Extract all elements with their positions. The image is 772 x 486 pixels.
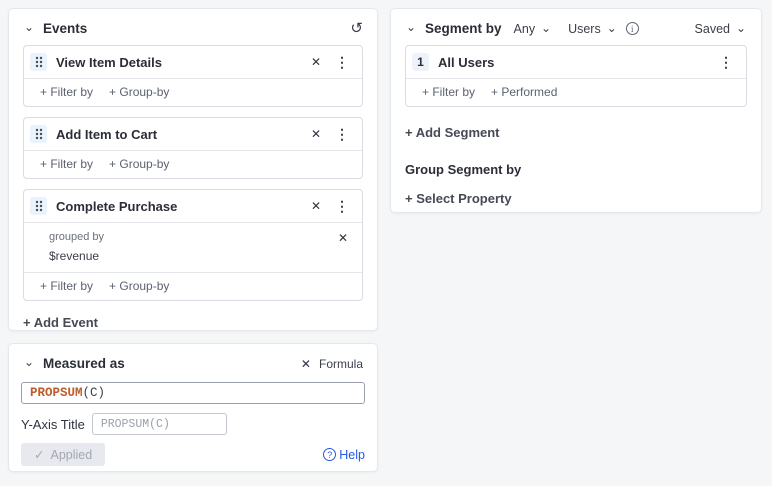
event-title[interactable]: View Item Details — [56, 55, 162, 70]
remove-grouped-by-button[interactable]: ✕ — [336, 231, 350, 245]
users-dropdown[interactable]: Users ⌄ — [568, 22, 618, 36]
event-more-options-button[interactable]: ⋮ — [332, 55, 352, 69]
group-segment-by-heading: Group Segment by — [405, 162, 761, 177]
group-by-button[interactable]: + Group-by — [109, 85, 169, 99]
event-card-header: Add Item to Cart ✕ ⋮ — [24, 118, 362, 150]
segment-title[interactable]: All Users — [438, 55, 494, 70]
question-circle-icon: ? — [323, 448, 336, 461]
filter-by-button[interactable]: + Filter by — [40, 279, 93, 293]
events-panel-header: ⌄ Events ↺ — [9, 9, 377, 45]
event-card: Complete Purchase ✕ ⋮ grouped by $revenu… — [23, 189, 363, 301]
event-more-options-button[interactable]: ⋮ — [332, 199, 352, 213]
formula-args-text: (C) — [83, 386, 106, 400]
select-property-button[interactable]: + Select Property — [405, 191, 512, 206]
chevron-down-icon: ⌄ — [540, 24, 552, 32]
filter-by-button[interactable]: + Filter by — [40, 85, 93, 99]
grouped-by-label: grouped by — [49, 231, 350, 243]
performed-button[interactable]: + Performed — [491, 85, 557, 99]
events-panel-title: Events — [43, 21, 87, 36]
check-icon: ✓ — [34, 447, 44, 462]
match-any-dropdown[interactable]: Any ⌄ — [514, 22, 553, 36]
event-card: Add Item to Cart ✕ ⋮ + Filter by + Group… — [23, 117, 363, 179]
event-title[interactable]: Complete Purchase — [56, 199, 177, 214]
event-card-header: Complete Purchase ✕ ⋮ — [24, 190, 362, 222]
segment-card-footer: + Filter by + Performed — [406, 78, 746, 106]
collapse-chevron-icon[interactable]: ⌄ — [23, 358, 35, 366]
collapse-chevron-icon[interactable]: ⌄ — [23, 23, 35, 31]
applied-button[interactable]: ✓ Applied — [21, 443, 105, 466]
info-icon[interactable]: i — [626, 22, 639, 35]
y-axis-title-input[interactable] — [92, 413, 227, 435]
group-by-button[interactable]: + Group-by — [109, 279, 169, 293]
formula-mode-label: Formula — [319, 357, 363, 371]
help-link-label: Help — [339, 448, 365, 462]
grouped-by-property[interactable]: $revenue — [49, 249, 350, 263]
formula-mode-toggle[interactable]: ✕ Formula — [299, 357, 363, 371]
close-icon[interactable]: ✕ — [299, 357, 313, 371]
measured-as-panel: ⌄ Measured as ✕ Formula PROPSUM(C) Y-Axi… — [8, 343, 378, 472]
chevron-down-icon: ⌄ — [735, 24, 747, 32]
event-card-footer: + Filter by + Group-by — [24, 272, 362, 300]
segment-panel-title: Segment by — [425, 21, 502, 36]
remove-event-button[interactable]: ✕ — [309, 127, 323, 141]
segment-panel-header: ⌄ Segment by Any ⌄ Users ⌄ i Saved ⌄ — [391, 9, 761, 45]
event-card-footer: + Filter by + Group-by — [24, 78, 362, 106]
segment-more-options-button[interactable]: ⋮ — [716, 55, 736, 69]
drag-handle-icon[interactable] — [30, 53, 47, 71]
users-dropdown-label: Users — [568, 22, 601, 36]
remove-event-button[interactable]: ✕ — [309, 199, 323, 213]
segment-index-badge: 1 — [412, 53, 429, 71]
measured-panel-header: ⌄ Measured as ✕ Formula — [9, 344, 377, 380]
help-link[interactable]: ? Help — [323, 448, 365, 462]
remove-event-button[interactable]: ✕ — [309, 55, 323, 69]
y-axis-title-row: Y-Axis Title — [21, 413, 365, 435]
collapse-chevron-icon[interactable]: ⌄ — [405, 23, 417, 31]
segment-card-header: 1 All Users ⋮ — [406, 46, 746, 78]
add-event-button[interactable]: + Add Event — [23, 315, 98, 330]
event-card-header: View Item Details ✕ ⋮ — [24, 46, 362, 78]
add-segment-button[interactable]: + Add Segment — [405, 125, 500, 140]
history-icon[interactable]: ↺ — [350, 22, 363, 36]
event-more-options-button[interactable]: ⋮ — [332, 127, 352, 141]
formula-input[interactable]: PROPSUM(C) — [21, 382, 365, 404]
saved-dropdown[interactable]: Saved ⌄ — [695, 22, 747, 36]
saved-dropdown-label: Saved — [695, 22, 730, 36]
filter-by-button[interactable]: + Filter by — [422, 85, 475, 99]
formula-function-text: PROPSUM — [30, 386, 83, 400]
event-card-footer: + Filter by + Group-by — [24, 150, 362, 178]
measured-bottom-row: ✓ Applied ? Help — [21, 443, 365, 466]
grouped-by-block: grouped by $revenue ✕ — [24, 222, 362, 272]
measured-panel-title: Measured as — [43, 356, 125, 371]
match-any-dropdown-label: Any — [514, 22, 536, 36]
y-axis-title-label: Y-Axis Title — [21, 417, 85, 432]
segment-card: 1 All Users ⋮ + Filter by + Performed — [405, 45, 747, 107]
segment-by-panel: ⌄ Segment by Any ⌄ Users ⌄ i Saved ⌄ 1 A… — [390, 8, 762, 213]
applied-button-label: Applied — [50, 448, 92, 462]
drag-handle-icon[interactable] — [30, 197, 47, 215]
chevron-down-icon: ⌄ — [606, 24, 618, 32]
drag-handle-icon[interactable] — [30, 125, 47, 143]
event-title[interactable]: Add Item to Cart — [56, 127, 157, 142]
filter-by-button[interactable]: + Filter by — [40, 157, 93, 171]
events-panel: ⌄ Events ↺ View Item Details ✕ ⋮ + Filte… — [8, 8, 378, 331]
event-card: View Item Details ✕ ⋮ + Filter by + Grou… — [23, 45, 363, 107]
group-by-button[interactable]: + Group-by — [109, 157, 169, 171]
